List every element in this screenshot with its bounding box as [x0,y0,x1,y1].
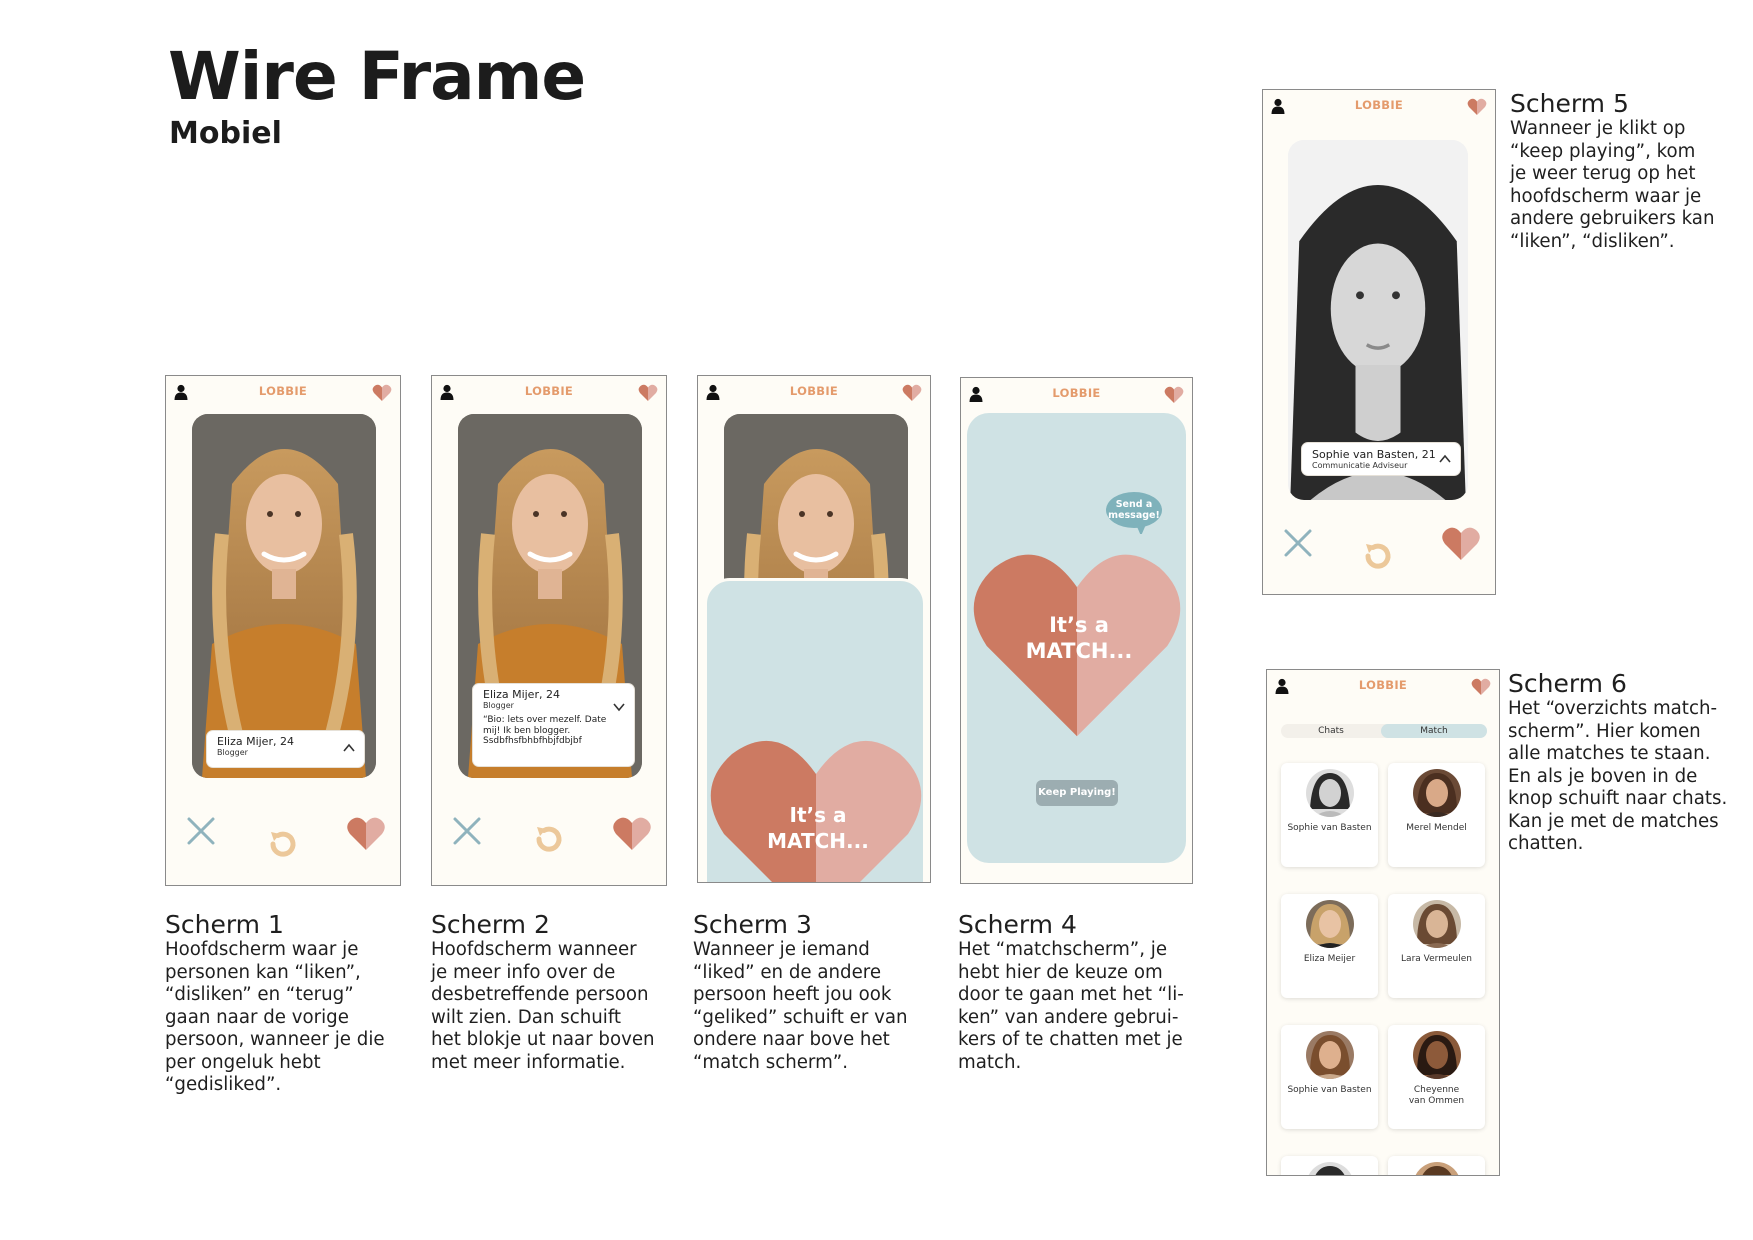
match-card[interactable]: Cheyenne van Ommen [1388,1025,1485,1129]
app-logo: LOBBIE [258,384,308,398]
match-card[interactable]: Eliza Meijer [1281,894,1378,998]
screen-3-caption: Scherm 3 Wanneer je iemand “liked” en de… [693,911,933,1074]
screen-5-caption: Scherm 5 Wanneer je klikt op “keep playi… [1510,90,1750,253]
profile-bio: “Bio: lets over mezelf. Date mij! Ik ben… [483,715,607,746]
profile-name: Sophie van Basten, 21 [1312,448,1436,461]
screen-heading: Scherm 6 [1508,669,1627,698]
avatar [1305,900,1354,948]
screen-6-phone: LOBBIE Chats Match Sophie van Basten Mer… [1266,669,1500,1176]
match-card[interactable] [1388,1156,1485,1175]
profile-name: Eliza Mijer, 24 [483,688,560,701]
undo-icon[interactable] [264,826,300,862]
profile-info-card[interactable]: Eliza Mijer, 24 Blogger [206,730,365,768]
chevron-up-icon[interactable] [1439,454,1451,464]
avatar [1305,769,1354,817]
screen-description: Wanneer je iemand “liked” en de andere p… [693,939,908,1073]
app-logo: LOBBIE [1052,386,1101,400]
like-heart-icon[interactable] [1441,526,1481,562]
heart-icon[interactable] [1164,386,1184,404]
tab-match[interactable]: Match [1381,724,1487,738]
screen-heading: Scherm 4 [958,910,1077,939]
chevron-down-icon[interactable] [613,702,625,712]
heart-icon[interactable] [372,384,392,402]
app-logo: LOBBIE [1358,678,1408,692]
avatar [1412,900,1461,948]
screen-5-phone: LOBBIE Sophie van Basten, 21 Communicati… [1262,89,1496,595]
screen-2-caption: Scherm 2 Hoofdscherm wanneer je meer inf… [431,911,671,1074]
match-name: Eliza Meijer [1303,954,1356,964]
screen-2-phone: LOBBIE Eliza Mijer, 24 Blogger “Bio: let… [431,375,667,886]
avatar [1412,1162,1461,1175]
match-text: It’s a MATCH... [767,803,869,853]
profile-role: Blogger [483,701,514,710]
profile-role: Communicatie Adviseur [1312,461,1408,470]
screen-heading: Scherm 5 [1510,89,1629,118]
app-logo: LOBBIE [524,384,574,398]
page-subtitle: Mobiel [169,116,282,151]
app-logo: LOBBIE [1354,98,1404,112]
screen-1-phone: LOBBIE Eliza Mijer, 24 Blogger [165,375,401,886]
profile-info-card[interactable]: Sophie van Basten, 21 Communicatie Advis… [1301,442,1461,476]
app-logo: LOBBIE [789,384,839,398]
match-text: It’s a MATCH... [1025,613,1133,663]
profile-info-card-expanded[interactable]: Eliza Mijer, 24 Blogger “Bio: lets over … [472,683,635,767]
heart-icon[interactable] [902,384,922,402]
screen-description: Het “overzichts match- scherm”. Hier kom… [1508,698,1728,854]
dislike-x-icon[interactable] [1283,528,1313,558]
dislike-x-icon[interactable] [186,816,216,846]
screen-4-phone: LOBBIE Send a message! It’s a MATCH... K… [960,377,1193,884]
screen-4-caption: Scherm 4 Het “matchscherm”, je hebt hier… [958,911,1198,1074]
screen-description: Wanneer je klikt op “keep playing”, kom … [1510,118,1715,252]
match-card[interactable]: Lara Vermeulen [1388,894,1485,998]
like-heart-icon[interactable] [612,816,652,852]
profile-name: Eliza Mijer, 24 [217,735,294,748]
screen-1-caption: Scherm 1 Hoofdscherm waar je personen ka… [165,911,405,1097]
tab-chats[interactable]: Chats [1281,724,1381,738]
heart-icon[interactable] [638,384,658,402]
match-name: Sophie van Basten [1287,823,1372,833]
undo-icon[interactable] [530,821,566,857]
heart-icon[interactable] [1467,98,1487,116]
profile-image [192,414,376,778]
page-title: Wire Frame [168,38,586,115]
keep-playing-button[interactable]: Keep Playing! [1036,780,1118,806]
screen-3-phone: LOBBIE It’s a MATCH... [697,375,931,883]
match-name: Cheyenne van Ommen [1408,1085,1465,1106]
match-name: Merel Mendel [1406,823,1467,833]
match-name: Lara Vermeulen [1401,954,1472,964]
like-heart-icon[interactable] [346,816,386,852]
screen-description: Het “matchscherm”, je hebt hier de keuze… [958,939,1184,1073]
match-card[interactable]: Merel Mendel [1388,763,1485,867]
dislike-x-icon[interactable] [452,816,482,846]
avatar [1305,1162,1354,1175]
avatar [1412,1031,1461,1079]
screen-description: Hoofdscherm waar je personen kan “liken”… [165,939,385,1095]
profile-role: Blogger [217,748,248,757]
screen-heading: Scherm 1 [165,910,284,939]
undo-icon[interactable] [1359,538,1395,574]
screen-description: Hoofdscherm wanneer je meer info over de… [431,939,655,1073]
match-name: Sophie van Basten [1287,1085,1372,1095]
screen-heading: Scherm 3 [693,910,812,939]
segmented-tabs: Chats Match [1281,724,1487,738]
match-card[interactable] [1281,1156,1378,1175]
profile-photo [192,414,376,778]
screen-heading: Scherm 2 [431,910,550,939]
match-card[interactable]: Sophie van Basten [1281,763,1378,867]
avatar [1305,1031,1354,1079]
screen-6-caption: Scherm 6 Het “overzichts match- scherm”.… [1508,670,1748,856]
chevron-up-icon[interactable] [343,743,355,753]
avatar [1412,769,1461,817]
match-card[interactable]: Sophie van Basten [1281,1025,1378,1129]
send-message-button[interactable]: Send a message! [1105,499,1163,521]
heart-icon[interactable] [1471,678,1491,696]
